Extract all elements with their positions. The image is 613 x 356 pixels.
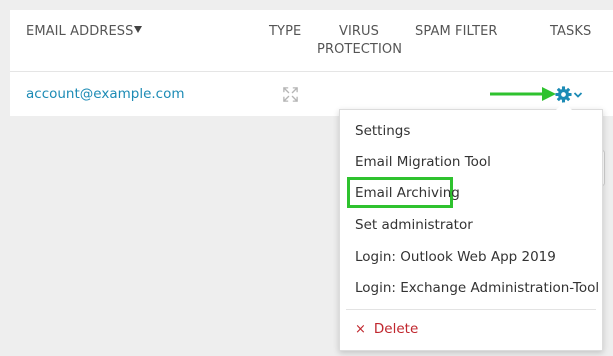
column-header-spam: SPAM FILTER bbox=[415, 24, 498, 39]
gear-icon[interactable] bbox=[555, 86, 572, 103]
menu-item-set-administrator[interactable]: Set administrator bbox=[355, 216, 473, 234]
column-header-email[interactable]: EMAIL ADDRESS bbox=[26, 23, 134, 41]
menu-item-email-archiving[interactable]: Email Archiving bbox=[355, 184, 460, 202]
chevron-down-icon[interactable] bbox=[573, 91, 583, 99]
close-icon: × bbox=[355, 322, 366, 337]
menu-item-email-migration-tool[interactable]: Email Migration Tool bbox=[355, 153, 491, 171]
menu-item-login-outlook[interactable]: Login: Outlook Web App 2019 bbox=[355, 248, 556, 266]
menu-item-settings[interactable]: Settings bbox=[355, 122, 410, 140]
column-header-tasks: TASKS bbox=[550, 24, 592, 39]
menu-item-login-exchange[interactable]: Login: Exchange Administration-Tool bbox=[355, 279, 599, 297]
menu-caret bbox=[556, 102, 572, 110]
tasks-dropdown-menu: Settings Email Migration Tool Email Arch… bbox=[339, 102, 603, 351]
pointer-arrow-icon bbox=[490, 87, 556, 101]
delete-label: Delete bbox=[373, 321, 419, 337]
email-link[interactable]: account@example.com bbox=[26, 86, 185, 102]
expand-arrows-icon bbox=[283, 87, 298, 102]
column-header-virus-line1: VIRUS bbox=[339, 24, 380, 39]
header-divider bbox=[10, 71, 613, 72]
column-header-type: TYPE bbox=[269, 24, 302, 39]
sort-down-icon[interactable] bbox=[134, 26, 142, 33]
menu-item-delete[interactable]: × Delete bbox=[355, 320, 418, 339]
column-header-virus-line2: PROTECTION bbox=[317, 42, 403, 57]
mailbox-table: EMAIL ADDRESS TYPE VIRUS PROTECTION SPAM… bbox=[10, 10, 613, 116]
menu-divider bbox=[346, 309, 596, 310]
